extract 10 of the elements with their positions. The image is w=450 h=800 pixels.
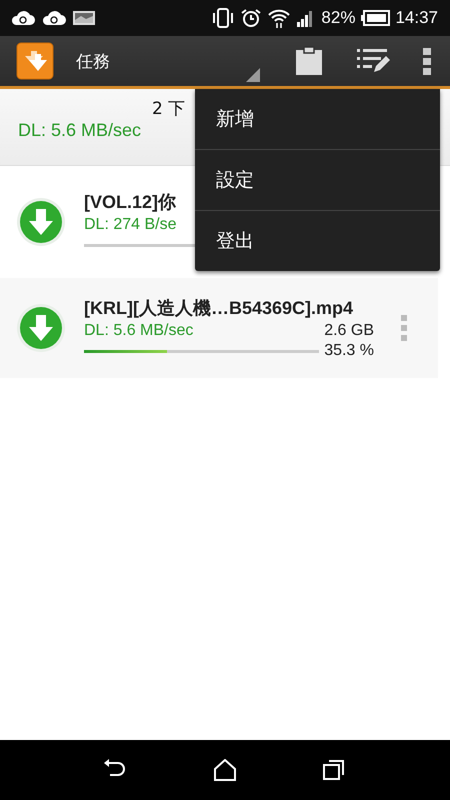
clock: 14:37 [395,8,438,28]
file-name: [VOL.12]你 [84,190,178,214]
file-name: [KRL][人造人機…B54369C].mp4 [84,296,354,320]
download-speed: DL: 5.6 MB/sec [84,322,194,340]
download-count: 2 下 [152,98,186,120]
file-size: 2.6 GB [324,322,374,340]
total-speed: DL: 5.6 MB/sec [18,120,142,141]
download-speed: DL: 274 B/se [84,216,176,234]
progress-percent: 35.3 % [324,342,374,360]
battery-percent: 82% [321,8,356,28]
